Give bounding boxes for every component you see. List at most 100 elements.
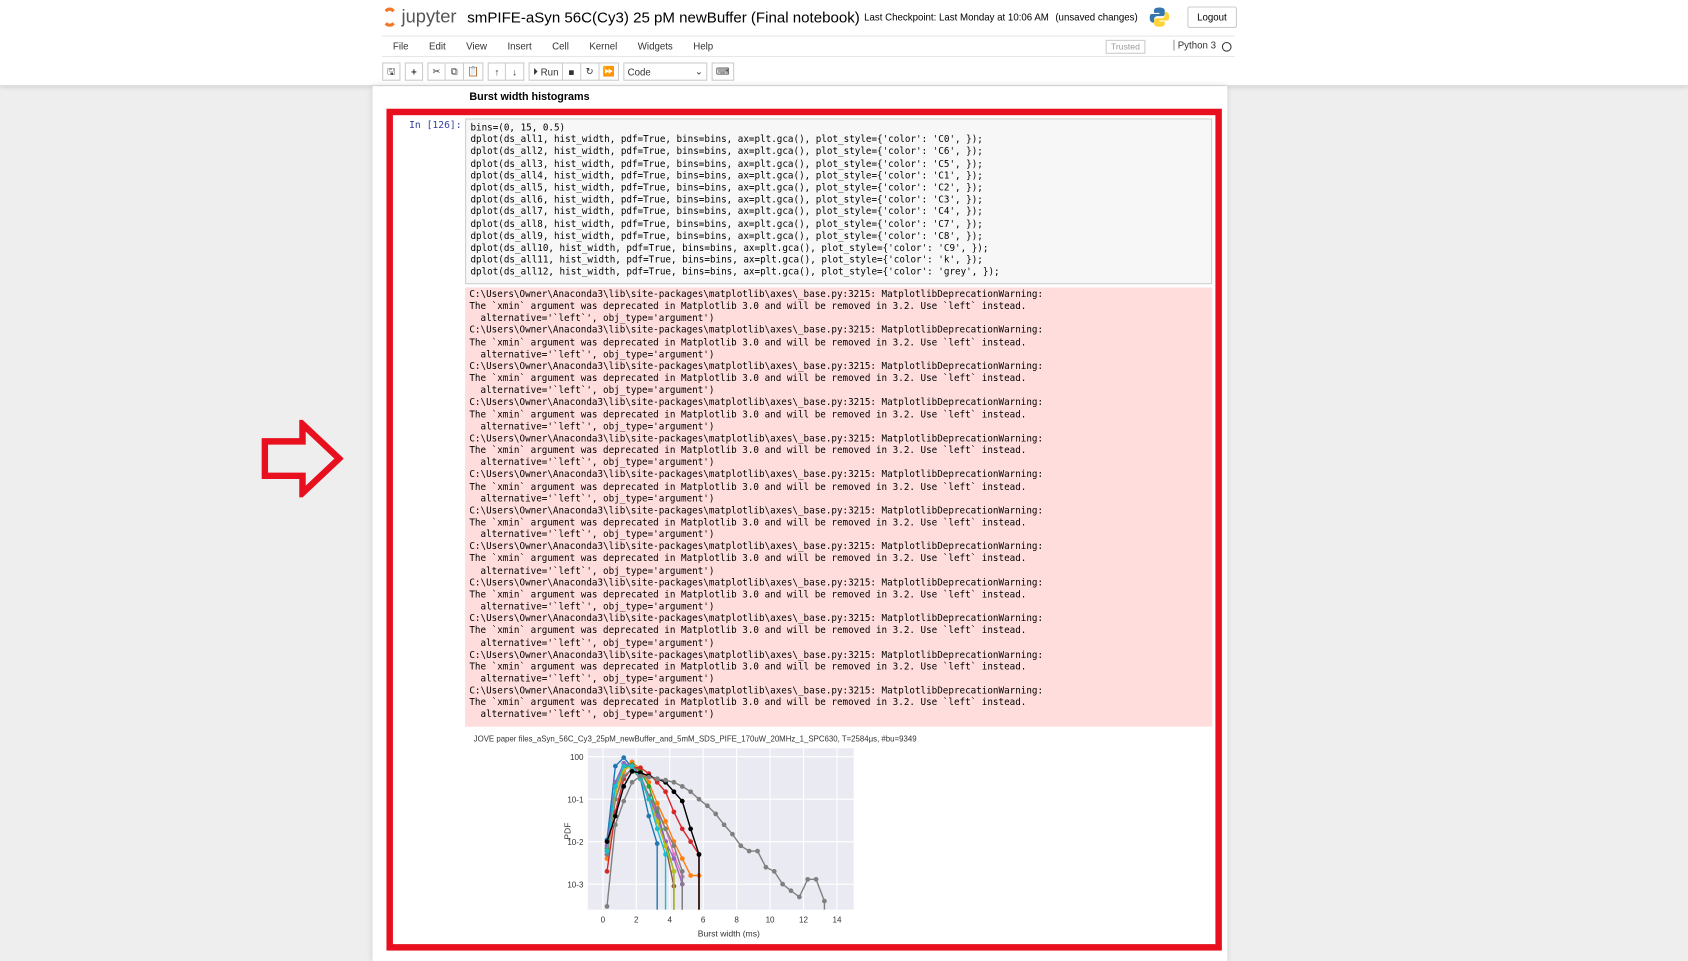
menu-edit[interactable]: Edit [419, 41, 455, 52]
move-down-button[interactable]: ↓ [506, 62, 525, 81]
menu-kernel[interactable]: Kernel [580, 41, 627, 52]
restart-button[interactable]: ↻ [581, 62, 600, 81]
code-line: dplot(ds_all7, hist_width, pdf=True, bin… [470, 207, 983, 218]
warning-message: The `xmin` argument was deprecated in Ma… [469, 481, 1027, 493]
red-arrow-annotation-icon [261, 419, 344, 498]
copy-icon: ⧉ [450, 65, 458, 77]
code-line: dplot(ds_all2, hist_width, pdf=True, bin… [470, 146, 983, 158]
data-point [755, 848, 760, 854]
x-tick-label: 6 [701, 916, 706, 925]
code-line: dplot(ds_all1, hist_width, pdf=True, bin… [470, 134, 983, 146]
warning-path: C:\Users\Owner\Anaconda3\lib\site-packag… [469, 289, 1044, 301]
cut-button[interactable]: ✂ [427, 62, 446, 81]
warning-message: The `xmin` argument was deprecated in Ma… [469, 625, 1027, 637]
notebook-name[interactable]: smPIFE-aSyn 56C(Cy3) 25 pM newBuffer (Fi… [467, 9, 860, 26]
jupyter-notebook-window: jupyter smPIFE-aSyn 56C(Cy3) 25 pM newBu… [0, 0, 1688, 961]
command-palette-button[interactable]: ⌨ [711, 62, 735, 81]
warning-message: The `xmin` argument was deprecated in Ma… [469, 661, 1027, 673]
data-point [613, 813, 618, 819]
cell-type-value: Code [627, 66, 651, 77]
stop-icon: ■ [568, 66, 575, 77]
data-point [671, 843, 677, 849]
arrow-up-icon: ↑ [494, 66, 500, 77]
data-point [679, 826, 685, 832]
menu-cell[interactable]: Cell [542, 41, 578, 52]
move-up-button[interactable]: ↑ [487, 62, 507, 81]
warning-message: The `xmin` argument was deprecated in Ma… [469, 517, 1027, 529]
code-line: dplot(ds_all6, hist_width, pdf=True, bin… [470, 195, 983, 206]
python-logo-icon [1149, 7, 1170, 27]
restart-run-all-button[interactable]: ⏩ [599, 62, 619, 81]
data-point [604, 848, 610, 854]
markdown-heading: Burst width histograms [469, 91, 590, 104]
x-tick-label: 4 [667, 916, 672, 925]
warning-path: C:\Users\Owner\Anaconda3\lib\site-packag… [469, 397, 1044, 409]
run-button[interactable]: ⏵ Run [528, 62, 563, 81]
data-point [613, 784, 618, 789]
menu-view[interactable]: View [456, 41, 496, 52]
data-point [629, 769, 635, 774]
data-point [663, 777, 668, 783]
input-prompt: In [126]: [409, 120, 462, 132]
menu-file[interactable]: File [383, 41, 418, 52]
restart-icon: ↻ [585, 65, 594, 77]
arrow-down-icon: ↓ [512, 66, 518, 77]
code-line: bins=(0, 15, 0.5) [470, 122, 566, 134]
save-status: (unsaved changes) [1055, 11, 1138, 23]
paste-icon: 📋 [467, 65, 480, 77]
save-icon: 🖫 [387, 65, 396, 76]
cell-type-select[interactable]: Code ⌄ [623, 62, 708, 81]
warning-path: C:\Users\Owner\Anaconda3\lib\site-packag… [469, 469, 1044, 481]
code-line: dplot(ds_all11, hist_width, pdf=True, bi… [470, 255, 983, 267]
data-point [654, 776, 660, 782]
logo-text: jupyter [401, 6, 457, 27]
warning-alternative: alternative='`left`', obj_type='argument… [469, 457, 715, 469]
y-tick-label: 10-3 [567, 880, 584, 889]
paste-button[interactable]: 📋 [463, 62, 484, 81]
warning-message: The `xmin` argument was deprecated in Ma… [469, 553, 1027, 565]
data-point [638, 765, 643, 771]
fast-forward-icon: ⏩ [602, 65, 615, 77]
warning-message: The `xmin` argument was deprecated in Ma… [469, 697, 1027, 709]
warning-alternative: alternative='`left`', obj_type='argument… [469, 709, 715, 721]
x-tick-label: 8 [734, 916, 739, 925]
data-point [621, 798, 627, 804]
data-point [671, 809, 677, 815]
insert-cell-button[interactable]: + [404, 62, 424, 81]
data-point [805, 876, 811, 882]
warning-alternative: alternative='`left`', obj_type='argument… [469, 529, 715, 541]
data-point [704, 803, 710, 809]
warning-message: The `xmin` argument was deprecated in Ma… [469, 589, 1027, 601]
warning-message: The `xmin` argument was deprecated in Ma… [469, 337, 1027, 349]
chart-title: JOVE paper files_aSyn_56C_Cy3_25pM_newBu… [474, 735, 917, 744]
trusted-indicator[interactable]: Trusted [1105, 39, 1146, 54]
data-point [646, 796, 652, 802]
copy-button[interactable]: ⧉ [445, 62, 464, 81]
warning-alternative: alternative='`left`', obj_type='argument… [469, 601, 715, 613]
interrupt-button[interactable]: ■ [562, 62, 582, 81]
warning-path: C:\Users\Owner\Anaconda3\lib\site-packag… [469, 433, 1044, 445]
data-point [688, 839, 694, 845]
kernel-idle-icon [1221, 41, 1232, 52]
jupyter-logo[interactable]: jupyter [382, 6, 456, 28]
logout-button[interactable]: Logout [1187, 6, 1237, 28]
warning-path: C:\Users\Owner\Anaconda3\lib\site-packag… [469, 541, 1044, 553]
chevron-down-icon: ⌄ [694, 65, 703, 77]
step-forward-icon: ⏵ [533, 65, 538, 77]
save-button[interactable]: 🖫 [382, 62, 401, 81]
data-point [629, 779, 635, 785]
data-point [721, 822, 727, 828]
data-point [613, 822, 618, 828]
data-point [679, 856, 685, 861]
data-point [688, 826, 694, 832]
data-point [663, 852, 668, 857]
jupyter-logo-icon [382, 7, 398, 27]
warning-path: C:\Users\Owner\Anaconda3\lib\site-packag… [469, 685, 1044, 697]
code-cell-input[interactable]: bins=(0, 15, 0.5) dplot(ds_all1, hist_wid… [465, 118, 1213, 285]
menu-insert[interactable]: Insert [498, 41, 542, 52]
warning-message: The `xmin` argument was deprecated in Ma… [469, 301, 1027, 313]
data-point [646, 784, 652, 789]
menu-widgets[interactable]: Widgets [628, 41, 682, 52]
warning-alternative: alternative='`left`', obj_type='argument… [469, 673, 715, 685]
menu-help[interactable]: Help [684, 41, 723, 52]
